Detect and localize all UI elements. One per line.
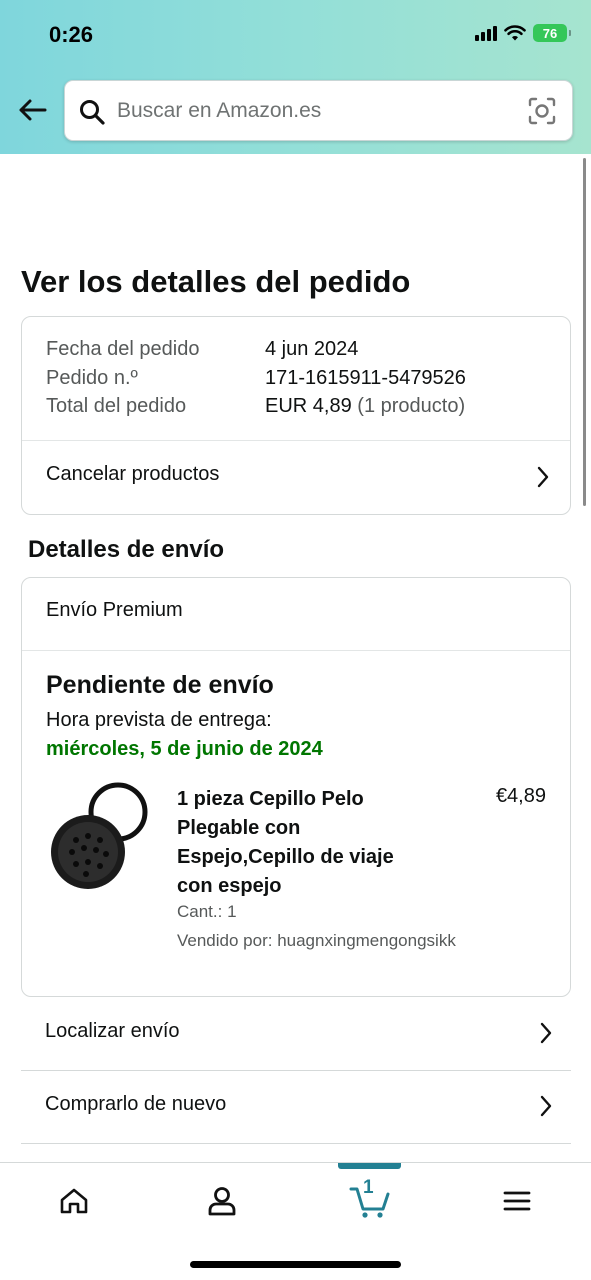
home-icon — [60, 1188, 88, 1214]
shipping-section-title: Detalles de envío — [28, 536, 225, 563]
order-total-value: EUR 4,89 (1 producto) — [265, 395, 465, 418]
shipment-status: Pendiente de envío — [46, 671, 274, 699]
chevron-right-icon — [540, 1022, 552, 1044]
nav-menu[interactable] — [497, 1181, 537, 1221]
product-image[interactable] — [46, 782, 154, 892]
arrow-left-icon — [19, 99, 47, 121]
menu-icon — [503, 1191, 531, 1211]
status-time: 0:26 — [49, 22, 94, 47]
product-quantity: Cant.: 1 — [177, 902, 237, 921]
track-package-row[interactable]: Localizar envío — [21, 998, 571, 1071]
scroll-indicator[interactable] — [583, 158, 586, 506]
wifi-icon — [504, 24, 526, 40]
chevron-right-icon — [537, 466, 549, 488]
bottom-navigation: 1 — [0, 1162, 591, 1280]
order-date-value: 4 jun 2024 — [265, 338, 359, 360]
order-summary-card: Fecha del pedido 4 jun 2024 Pedido n.º 1… — [21, 316, 571, 515]
app-header: 0:26 76 — [0, 0, 591, 154]
product-price: €4,89 — [495, 785, 546, 807]
order-date-label: Fecha del pedido — [46, 338, 200, 360]
chevron-right-icon — [540, 1095, 552, 1117]
eta-date: miércoles, 5 de junio de 2024 — [46, 738, 323, 760]
nav-home[interactable] — [54, 1181, 94, 1221]
battery-level: 76 — [542, 25, 558, 41]
cellular-signal-icon — [475, 25, 497, 41]
order-number-label: Pedido n.º — [46, 367, 138, 389]
shipment-card: Envío Premium Pendiente de envío Hora pr… — [21, 577, 571, 997]
product-title-link[interactable]: 1 pieza Cepillo Pelo Plegable con Espejo… — [177, 785, 427, 901]
order-total-label: Total del pedido — [46, 395, 187, 417]
battery-icon: 76 — [533, 24, 571, 42]
shipping-method: Envío Premium — [46, 599, 183, 621]
cancel-products-row[interactable]: Cancelar productos — [22, 441, 570, 514]
order-total-amount: EUR 4,89 — [265, 395, 352, 417]
camera-search-icon[interactable] — [528, 97, 556, 125]
divider — [22, 650, 570, 651]
buy-again-row[interactable]: Comprarlo de nuevo — [21, 1071, 571, 1144]
page-title: Ver los detalles del pedido — [21, 264, 411, 299]
buy-again-label: Comprarlo de nuevo — [45, 1093, 227, 1115]
order-total-count: (1 producto) — [357, 395, 466, 417]
track-package-label: Localizar envío — [45, 1020, 180, 1042]
search-input[interactable] — [117, 95, 517, 127]
product-seller: Vendido por: huagnxingmengongsikk — [177, 931, 456, 950]
status-icons: 76 — [475, 24, 571, 42]
active-tab-indicator — [338, 1163, 401, 1169]
cancel-products-label: Cancelar productos — [46, 463, 220, 485]
eta-label: Hora prevista de entrega: — [46, 709, 272, 731]
search-bar[interactable] — [64, 80, 573, 141]
account-icon — [208, 1187, 236, 1216]
back-button[interactable] — [14, 92, 50, 128]
order-number-value: 171-1615911-5479526 — [265, 367, 466, 389]
cart-count-badge: 1 — [363, 1177, 374, 1198]
home-indicator — [190, 1261, 401, 1268]
search-icon — [80, 100, 105, 125]
nav-account[interactable] — [202, 1181, 242, 1221]
